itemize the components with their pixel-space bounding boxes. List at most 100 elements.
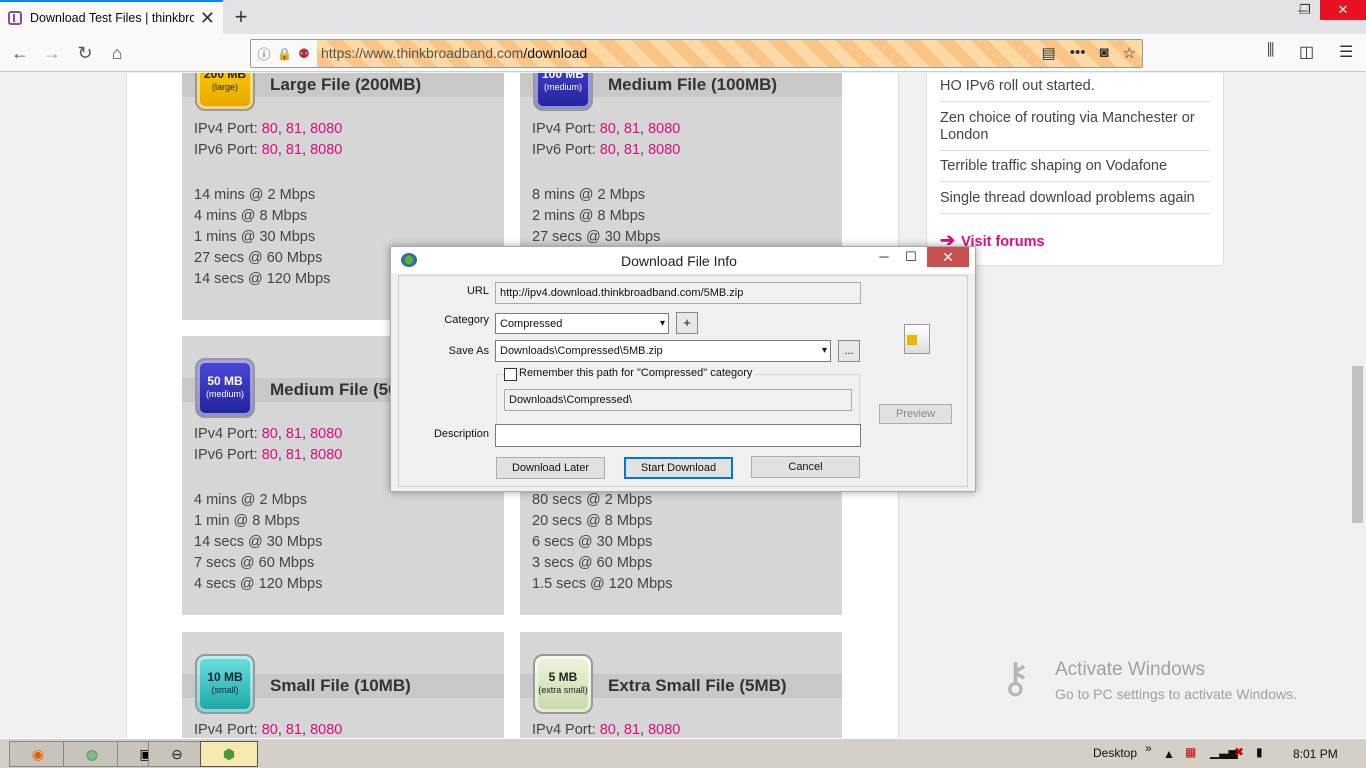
badge-class: (small) xyxy=(211,685,239,695)
forum-sidebar: HO IPv6 roll out started. Zen choice of … xyxy=(926,73,1224,266)
port-link-81[interactable]: 81 xyxy=(624,142,640,158)
ipv4-label: IPv4 Port: xyxy=(194,722,258,738)
cancel-button[interactable]: Cancel xyxy=(751,456,860,478)
port-link-81[interactable]: 81 xyxy=(286,426,302,442)
port-link-8080[interactable]: 8080 xyxy=(310,722,342,738)
system-clock[interactable]: 8:01 PM xyxy=(1293,747,1338,761)
dialog-minimize-button[interactable]: ─ xyxy=(871,249,897,264)
ipv6-ports: IPv6 Port: 80, 81, 8080 xyxy=(194,447,343,463)
toolbar-expand-chevron[interactable]: » xyxy=(1145,741,1152,755)
port-link-81[interactable]: 81 xyxy=(286,121,302,137)
forward-button[interactable]: → xyxy=(40,41,64,65)
address-bar[interactable]: ⓘ 🔒 ⚉ https://www.thinkbroadband.com/dow… xyxy=(250,39,1143,68)
download-card-small-10: 10 MB (small) Small File (10MB) IPv4 Port… xyxy=(182,632,504,738)
url-field[interactable]: http://ipv4.download.thinkbroadband.com/… xyxy=(495,282,861,304)
port-link-81[interactable]: 81 xyxy=(286,722,302,738)
port-link-8080[interactable]: 8080 xyxy=(648,142,680,158)
port-link-80[interactable]: 80 xyxy=(262,426,278,442)
card-title[interactable]: Medium File (100MB) xyxy=(608,75,777,95)
download-times: 14 mins @ 2 Mbps 4 mins @ 8 Mbps 1 mins … xyxy=(194,185,330,290)
forum-topic-link[interactable]: HO IPv6 roll out started. xyxy=(940,78,1210,102)
port-link-8080[interactable]: 8080 xyxy=(310,142,342,158)
port-link-81[interactable]: 81 xyxy=(286,447,302,463)
site-info-icon[interactable]: ⓘ xyxy=(251,40,277,67)
tracking-mask-icon[interactable]: ⚉ xyxy=(291,40,317,67)
page-actions-icon[interactable]: ••• xyxy=(1070,44,1086,62)
chevron-down-icon: ▾ xyxy=(659,318,665,329)
add-category-button[interactable]: + xyxy=(676,312,698,334)
taskbar-firefox[interactable]: ◉ xyxy=(9,741,67,767)
port-link-81[interactable]: 81 xyxy=(286,142,302,158)
save-as-combo[interactable]: Downloads\Compressed\5MB.zip ▾ xyxy=(495,340,831,362)
sidebar-toggle-icon[interactable]: ◫ xyxy=(1299,42,1314,62)
page-scrollbar[interactable] xyxy=(1349,73,1366,738)
port-link-8080[interactable]: 8080 xyxy=(648,121,680,137)
url-text[interactable]: https://www.thinkbroadband.com/download xyxy=(317,40,1142,67)
desktop-toolbar-label[interactable]: Desktop xyxy=(1093,746,1137,760)
pocket-icon[interactable]: ◙ xyxy=(1099,44,1108,62)
port-link-8080[interactable]: 8080 xyxy=(310,426,342,442)
scrollbar-thumb[interactable] xyxy=(1352,366,1363,523)
home-button[interactable]: ⌂ xyxy=(105,41,129,65)
battery-icon[interactable]: ▮ xyxy=(1256,745,1263,759)
start-download-button[interactable]: Start Download xyxy=(624,457,733,479)
taskbar-chrome[interactable]: ◍ xyxy=(63,741,121,767)
port-link-80[interactable]: 80 xyxy=(262,142,278,158)
remember-path-checkbox[interactable] xyxy=(504,368,517,381)
dialog-titlebar[interactable]: Download File Info ─ ☐ ✕ xyxy=(391,247,975,273)
badge-size: 10 MB xyxy=(207,670,243,684)
category-select[interactable]: Compressed ▾ xyxy=(495,313,669,334)
dialog-close-button[interactable]: ✕ xyxy=(927,247,969,267)
description-input[interactable] xyxy=(495,424,861,447)
port-link-80[interactable]: 80 xyxy=(600,121,616,137)
port-link-8080[interactable]: 8080 xyxy=(310,447,342,463)
port-link-80[interactable]: 80 xyxy=(262,722,278,738)
volume-muted-icon[interactable]: ✖ xyxy=(1234,745,1244,759)
file-size-badge[interactable]: 50 MB (medium) xyxy=(195,358,255,418)
port-link-80[interactable]: 80 xyxy=(600,142,616,158)
port-link-80[interactable]: 80 xyxy=(262,447,278,463)
reader-view-icon[interactable]: ▤ xyxy=(1042,44,1056,62)
dialog-maximize-button[interactable]: ☐ xyxy=(898,249,924,265)
port-link-8080[interactable]: 8080 xyxy=(648,722,680,738)
badge-size: 200 MB xyxy=(203,73,247,81)
browser-tab[interactable]: Download Test Files | thinkbroa ✕ xyxy=(0,0,223,34)
file-size-badge[interactable]: 10 MB (small) xyxy=(195,654,255,714)
file-size-badge[interactable]: 100 MB (medium) xyxy=(533,73,593,111)
download-times: 8 mins @ 2 Mbps 2 mins @ 8 Mbps 27 secs … xyxy=(532,185,660,248)
port-link-8080[interactable]: 8080 xyxy=(310,121,342,137)
forum-topic-link[interactable]: Zen choice of routing via Manchester or … xyxy=(940,110,1210,151)
show-hidden-icons-chevron-up-icon[interactable]: ▲ xyxy=(1163,747,1175,761)
time-row: 2 mins @ 8 Mbps xyxy=(532,208,646,224)
file-size-badge[interactable]: 5 MB (extra small) xyxy=(533,654,593,714)
port-link-80[interactable]: 80 xyxy=(262,121,278,137)
forum-topic-link[interactable]: Terrible traffic shaping on Vodafone xyxy=(940,158,1210,182)
download-later-button[interactable]: Download Later xyxy=(496,457,605,479)
time-row: 27 secs @ 60 Mbps xyxy=(194,250,323,266)
back-button[interactable]: ← xyxy=(8,41,32,65)
library-icon[interactable]: ⫼ xyxy=(1267,42,1274,60)
menu-hamburger-icon[interactable]: ☰ xyxy=(1339,42,1353,62)
new-tab-button[interactable]: + xyxy=(230,4,252,30)
close-window-button[interactable]: ✕ xyxy=(1320,0,1366,20)
category-label: Category xyxy=(444,314,489,326)
card-title[interactable]: Small File (10MB) xyxy=(270,676,411,696)
file-size-badge[interactable]: 200 MB (large) xyxy=(195,73,255,111)
forum-topic-link[interactable]: Single thread download problems again xyxy=(940,190,1210,214)
taskbar-app-4[interactable]: ⊖ xyxy=(148,741,206,767)
port-link-81[interactable]: 81 xyxy=(624,121,640,137)
card-title[interactable]: Extra Small File (5MB) xyxy=(608,676,787,696)
ipv4-label: IPv4 Port: xyxy=(194,121,258,137)
reload-button[interactable]: ↻ xyxy=(73,41,97,65)
badge-class: (extra small) xyxy=(538,685,588,695)
port-link-80[interactable]: 80 xyxy=(600,722,616,738)
browse-button[interactable]: ... xyxy=(838,340,860,362)
tray-app-icon[interactable]: ▦ xyxy=(1185,745,1196,759)
port-link-81[interactable]: 81 xyxy=(624,722,640,738)
restore-window-button[interactable]: ❐ xyxy=(1290,0,1320,20)
close-tab-icon[interactable]: ✕ xyxy=(200,8,215,29)
preview-button[interactable]: Preview xyxy=(879,404,952,424)
taskbar-idm[interactable]: ⬢ xyxy=(200,741,258,767)
card-title[interactable]: Large File (200MB) xyxy=(270,75,421,95)
bookmark-star-icon[interactable]: ☆ xyxy=(1123,44,1136,62)
